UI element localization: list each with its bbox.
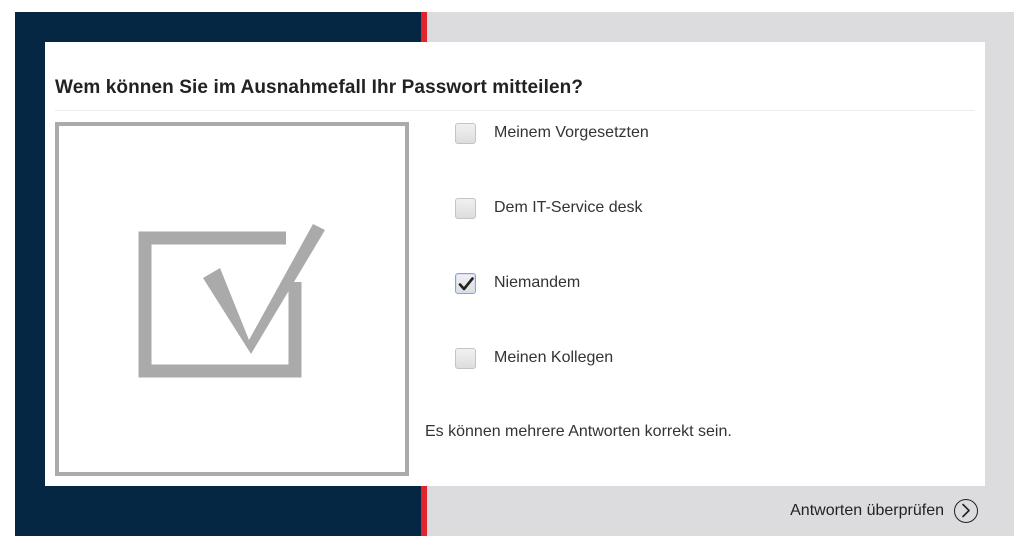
option-checkbox[interactable] [455, 197, 476, 219]
option-label: Dem IT-Service desk [494, 199, 643, 216]
option-checkbox[interactable] [455, 347, 476, 369]
question-card: Wem können Sie im Ausnahmefall Ihr Passw… [45, 42, 985, 486]
quiz-stage: Wem können Sie im Ausnahmefall Ihr Passw… [15, 12, 1014, 536]
option-meinen-kollegen[interactable]: Meinen Kollegen [455, 345, 613, 371]
chevron-right-circle-icon[interactable] [954, 499, 978, 523]
option-it-service-desk[interactable]: Dem IT-Service desk [455, 195, 642, 221]
option-meinem-vorgesetzten[interactable]: Meinem Vorgesetzten [455, 120, 649, 146]
option-niemandem[interactable]: Niemandem [455, 270, 580, 296]
option-label: Meinen Kollegen [494, 349, 614, 366]
option-label: Meinem Vorgesetzten [494, 124, 649, 141]
option-checkbox-checked[interactable] [455, 272, 476, 294]
checkbox-checkmark-icon [138, 224, 325, 378]
checkmark-icon [458, 276, 474, 290]
option-label: Niemandem [494, 274, 581, 291]
title-divider [55, 110, 975, 111]
check-answers-button[interactable]: Antworten überprüfen [790, 499, 978, 523]
question-illustration [55, 122, 409, 476]
multiple-answers-hint: Es können mehrere Antworten korrekt sein… [425, 423, 732, 440]
question-title: Wem können Sie im Ausnahmefall Ihr Passw… [55, 77, 584, 98]
option-checkbox[interactable] [455, 122, 476, 144]
check-answers-label: Antworten überprüfen [790, 502, 944, 519]
